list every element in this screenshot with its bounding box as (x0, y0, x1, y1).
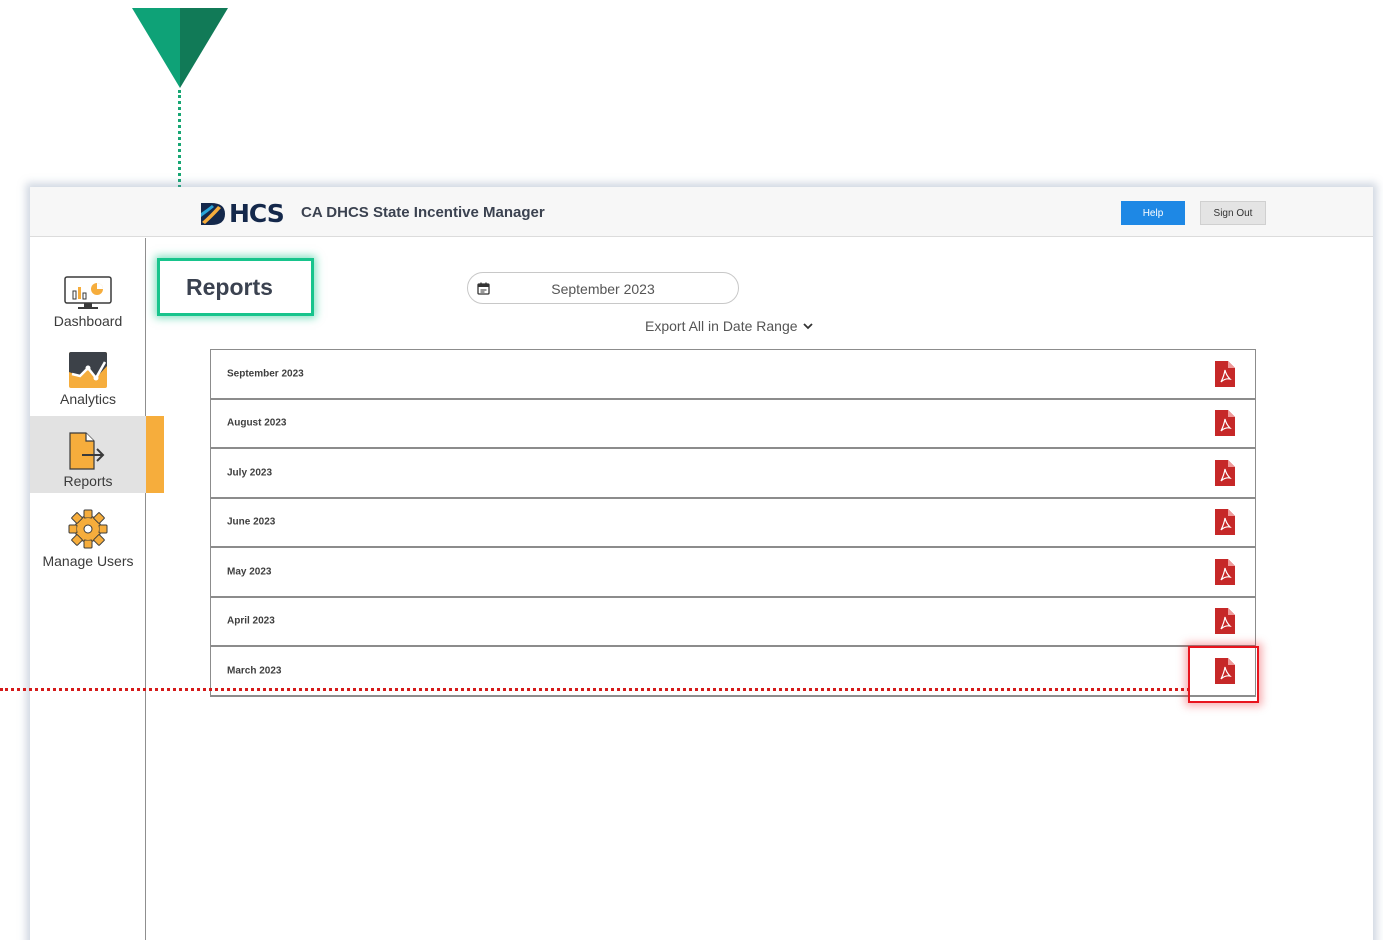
report-month-label: September 2023 (227, 368, 304, 380)
pointer-arrow-icon (132, 8, 228, 88)
chevron-down-icon (802, 323, 813, 330)
top-bar: HCS CA DHCS State Incentive Manager Help… (30, 187, 1373, 237)
report-month-label: June 2023 (227, 516, 276, 528)
report-row: April 2023 (210, 597, 1256, 647)
report-row: June 2023 (210, 498, 1256, 548)
pdf-download-icon[interactable] (1215, 558, 1235, 585)
export-all-label: Export All in Date Range (645, 318, 798, 334)
sign-out-button[interactable]: Sign Out (1200, 201, 1266, 225)
report-month-label: August 2023 (227, 417, 287, 429)
reports-export-icon (69, 432, 105, 470)
dashboard-monitor-icon (64, 276, 112, 309)
sidebar-item-label: Reports (63, 473, 113, 489)
pdf-download-icon[interactable] (1215, 410, 1235, 437)
page-title: Reports (157, 258, 314, 316)
active-indicator (146, 416, 164, 493)
pdf-download-icon[interactable] (1215, 459, 1235, 486)
sidebar-item-dashboard[interactable]: Dashboard (30, 276, 146, 329)
dhcs-logo-mark-icon (201, 202, 225, 225)
sidebar-item-reports[interactable]: Reports (30, 416, 146, 493)
pdf-download-icon[interactable] (1215, 360, 1235, 387)
sidebar-item-label: Manage Users (42, 553, 134, 569)
report-month-label: May 2023 (227, 566, 272, 578)
export-all-dropdown[interactable]: Export All in Date Range (645, 318, 814, 334)
report-row: May 2023 (210, 548, 1256, 598)
report-row: September 2023 (210, 350, 1256, 400)
dhcs-logo: HCS (201, 199, 285, 228)
annotation-connector-red (0, 688, 1190, 691)
analytics-chart-icon (69, 352, 107, 388)
date-picker-value: September 2023 (551, 281, 655, 297)
sidebar: Dashboard Analytics Reports Manage Users (30, 238, 146, 940)
logo-text: HCS (229, 199, 285, 228)
report-month-label: April 2023 (227, 615, 275, 627)
annotation-highlight-box (1188, 646, 1259, 703)
sidebar-item-analytics[interactable]: Analytics (30, 352, 146, 407)
date-picker[interactable]: September 2023 (467, 272, 739, 304)
pdf-download-icon[interactable] (1215, 608, 1235, 635)
report-row: July 2023 (210, 449, 1256, 499)
report-month-label: March 2023 (227, 665, 282, 677)
sidebar-item-label: Analytics (59, 391, 117, 407)
reports-table: September 2023 August 2023 July 2023 June 2… (210, 349, 1256, 697)
app-title: CA DHCS State Incentive Manager (301, 204, 545, 221)
page-title-text: Reports (186, 274, 273, 300)
sidebar-item-manage-users[interactable]: Manage Users (30, 508, 146, 569)
gear-users-icon (68, 509, 108, 549)
sidebar-item-label: Dashboard (53, 313, 123, 329)
app-window: HCS CA DHCS State Incentive Manager Help… (30, 187, 1373, 940)
pdf-download-icon[interactable] (1215, 509, 1235, 536)
report-row: August 2023 (210, 399, 1256, 449)
help-button[interactable]: Help (1121, 201, 1185, 225)
report-month-label: July 2023 (227, 467, 273, 479)
